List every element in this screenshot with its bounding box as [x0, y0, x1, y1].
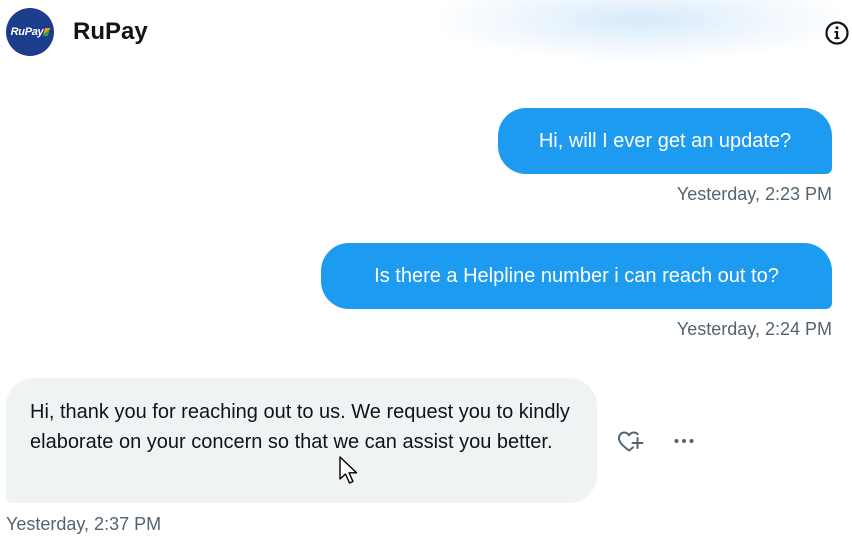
- avatar-logo-mark: [43, 28, 51, 36]
- heart-plus-icon: [618, 431, 644, 452]
- avatar[interactable]: RuPay: [6, 8, 54, 56]
- more-options-button[interactable]: [668, 428, 700, 454]
- more-horizontal-icon: [674, 439, 694, 443]
- message-timestamp: Yesterday, 2:37 PM: [6, 514, 162, 534]
- message-text: Is there a Helpline number i can reach o…: [374, 264, 779, 287]
- message-text: Hi, will I ever get an update?: [538, 129, 792, 152]
- info-circle-icon: [825, 21, 849, 45]
- outgoing-message-bubble[interactable]: Hi, will I ever get an update?: [498, 108, 832, 174]
- react-button[interactable]: [614, 426, 646, 456]
- incoming-message-bubble[interactable]: Hi, thank you for reaching out to us. We…: [6, 378, 597, 503]
- message-text: Hi, thank you for reaching out to us. We…: [30, 401, 570, 453]
- conversation-header: RuPay RuPay: [0, 0, 852, 70]
- message-timestamp: Yesterday, 2:23 PM: [676, 184, 832, 204]
- conversation-title[interactable]: RuPay: [73, 18, 148, 46]
- avatar-logo-text: RuPay: [10, 26, 44, 38]
- outgoing-message-bubble[interactable]: Is there a Helpline number i can reach o…: [321, 243, 832, 309]
- info-button[interactable]: [824, 20, 850, 46]
- message-timestamp: Yesterday, 2:24 PM: [676, 319, 832, 339]
